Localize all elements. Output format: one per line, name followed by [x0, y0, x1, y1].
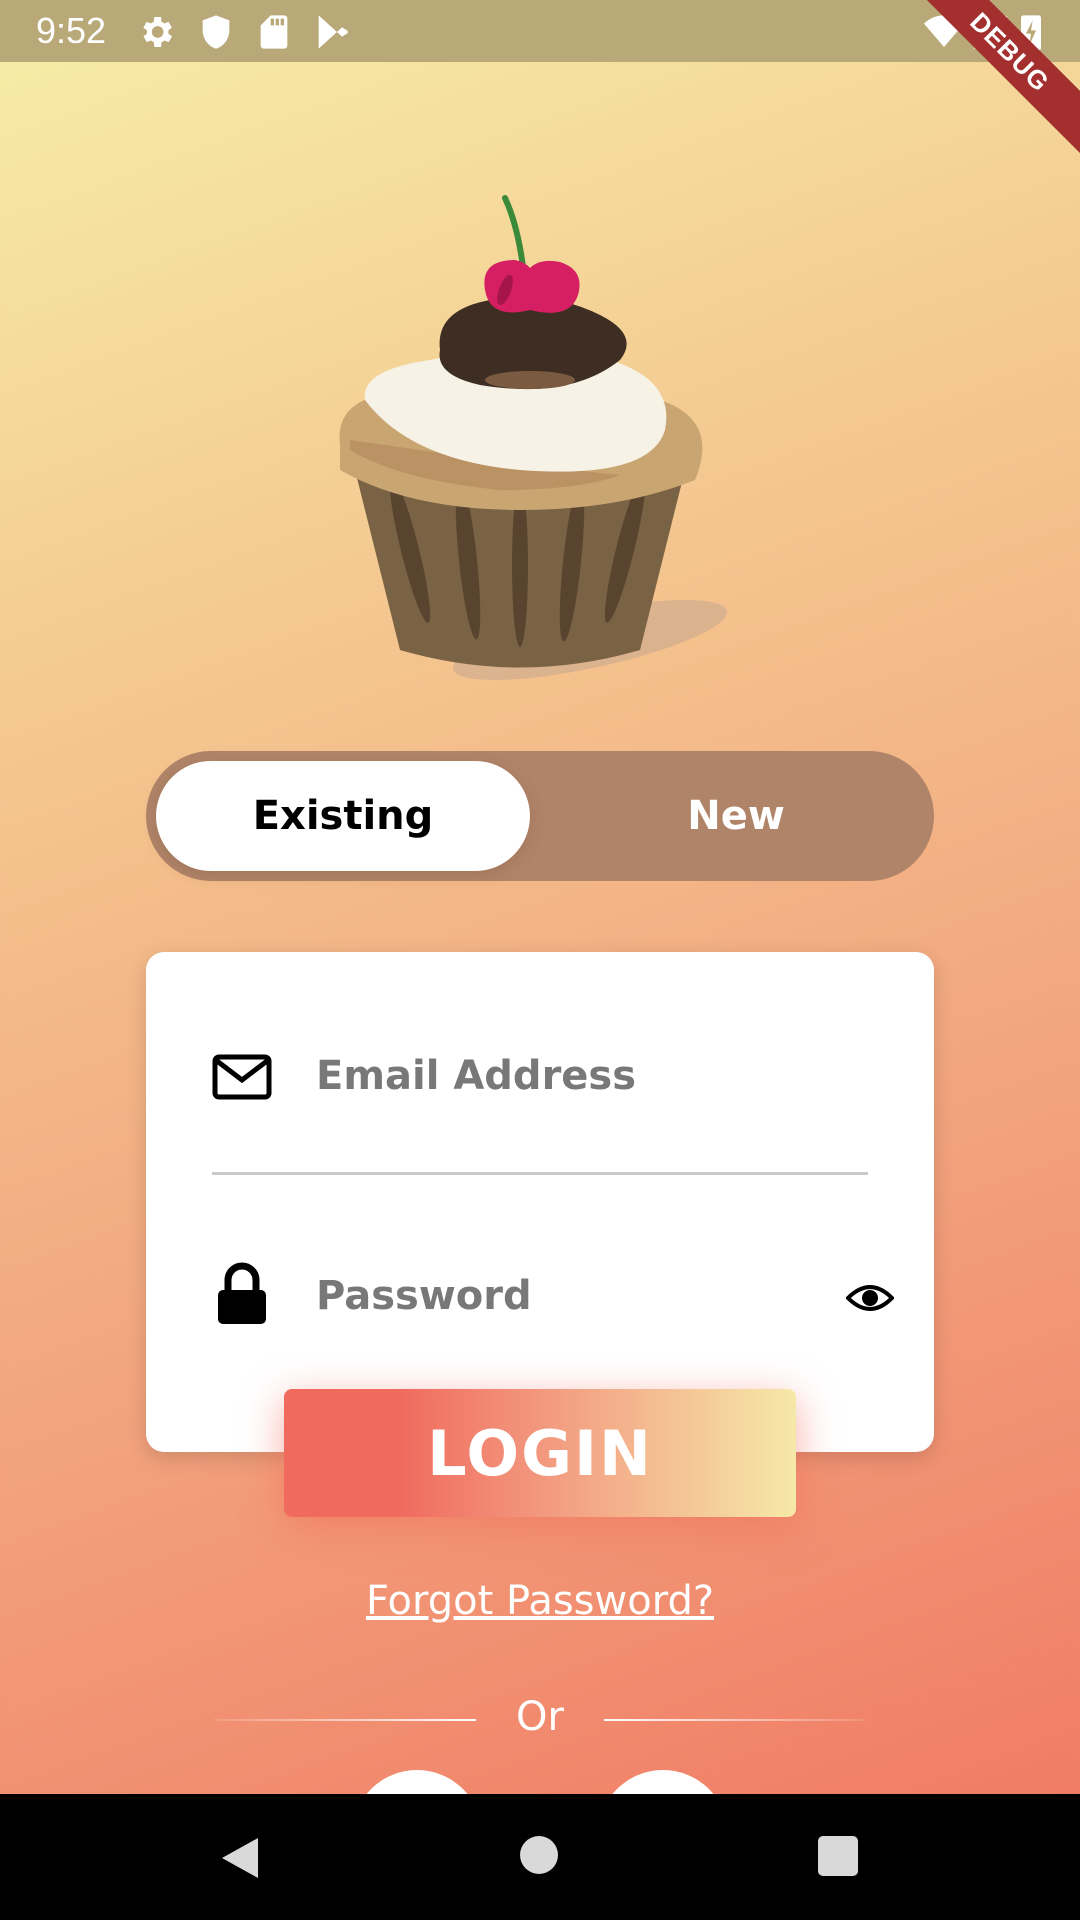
- recents-icon[interactable]: [818, 1836, 858, 1876]
- password-field[interactable]: [314, 1260, 758, 1332]
- show-password-icon[interactable]: [846, 1278, 894, 1318]
- lock-icon: [218, 1262, 266, 1324]
- email-underline: [212, 1172, 868, 1175]
- email-row: [212, 1032, 872, 1122]
- login-card: [146, 952, 934, 1452]
- status-time: 9:52: [36, 10, 107, 51]
- password-row: [212, 1252, 894, 1342]
- email-field[interactable]: [314, 1040, 758, 1112]
- login-button[interactable]: LOGIN: [284, 1389, 796, 1517]
- status-bar: 9:52: [0, 0, 1080, 62]
- play-store-icon: [318, 15, 348, 49]
- system-nav-bar: [0, 1794, 1080, 1920]
- account-type-toggle: Existing New: [146, 751, 934, 881]
- cupcake-logo: [339, 195, 728, 680]
- or-label: Or: [516, 1694, 564, 1740]
- home-icon[interactable]: [520, 1836, 558, 1874]
- mail-icon: [212, 1054, 272, 1100]
- tab-existing[interactable]: Existing: [156, 761, 530, 871]
- or-divider-left: [214, 1719, 476, 1721]
- tab-new[interactable]: New: [546, 761, 926, 871]
- or-divider-right: [604, 1719, 866, 1721]
- sd-card-icon: [260, 15, 288, 49]
- forgot-password-link[interactable]: Forgot Password?: [340, 1578, 740, 1624]
- settings-icon: [143, 17, 172, 47]
- shield-icon: [202, 15, 230, 49]
- back-icon[interactable]: [218, 1834, 262, 1882]
